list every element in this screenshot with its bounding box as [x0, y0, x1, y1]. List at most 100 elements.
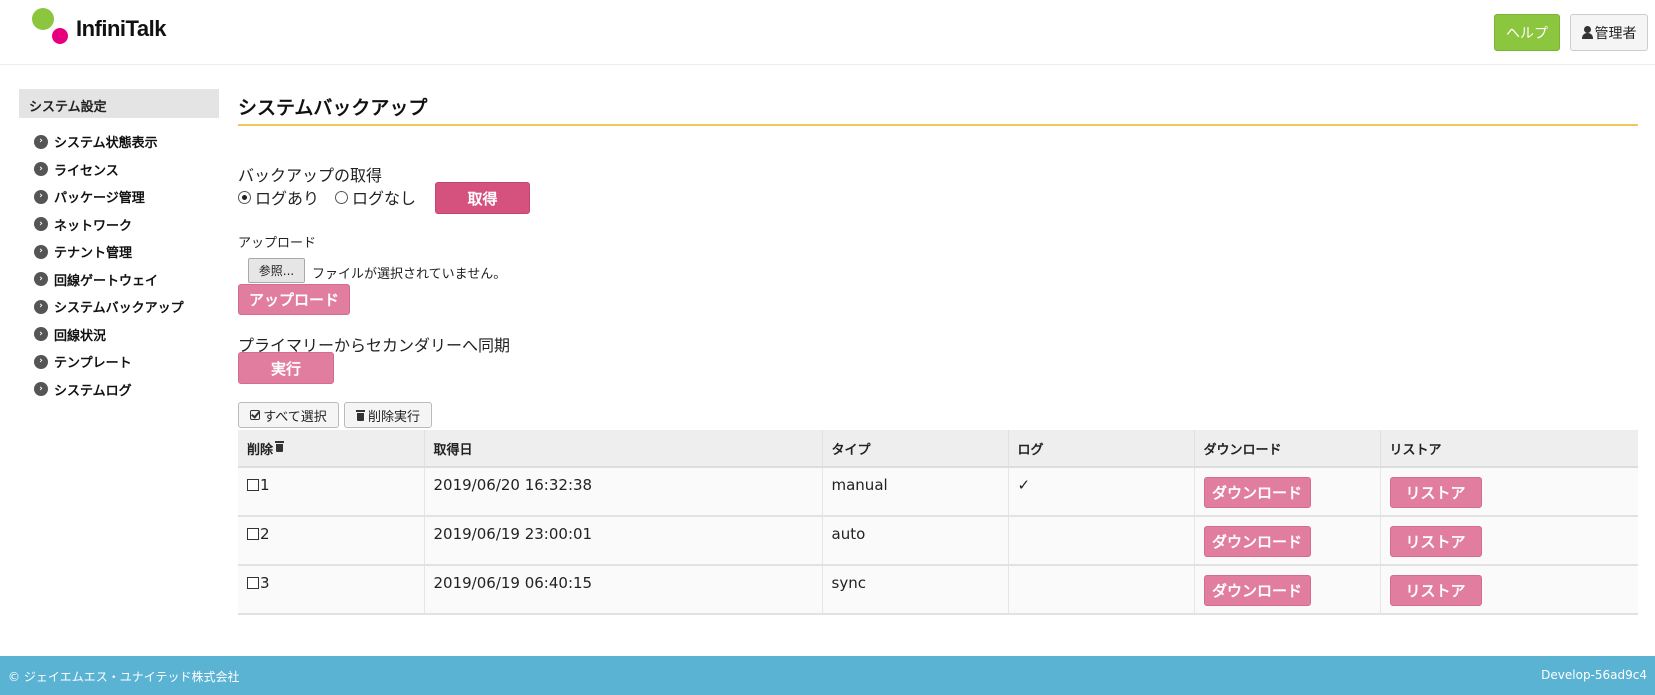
- column-header-date: 取得日: [424, 430, 823, 468]
- row-type: sync: [822, 565, 1009, 615]
- row-select-cell: 3: [238, 565, 425, 615]
- backup-section-label: バックアップの取得: [238, 166, 383, 185]
- sidebar-item-tenant-management[interactable]: › テナント管理: [19, 238, 219, 266]
- browse-file-button[interactable]: 参照...: [248, 258, 305, 283]
- download-button[interactable]: ダウンロード: [1203, 526, 1311, 557]
- sidebar-item-system-status[interactable]: › システム状態表示: [19, 128, 219, 156]
- chevron-right-icon: ›: [34, 299, 48, 314]
- sidebar-item-label: システムログ: [54, 383, 132, 399]
- row-date: 2019/06/19 23:00:01: [424, 516, 823, 566]
- sidebar-item-template[interactable]: › テンプレート: [19, 348, 219, 376]
- sidebar-item-label: 回線ゲートウェイ: [54, 273, 159, 289]
- row-log: [1008, 516, 1195, 566]
- backup-table: 削除 取得日 タイプ ログ ダウンロード リストア 1 2019/06/20 1…: [238, 430, 1638, 615]
- admin-user-button[interactable]: 管理者: [1570, 14, 1648, 51]
- delete-execute-button[interactable]: 削除実行: [344, 402, 432, 428]
- logo-green-dot: [32, 8, 54, 30]
- sidebar-item-label: テナント管理: [54, 246, 133, 262]
- sidebar-item-label: システム状態表示: [54, 136, 158, 152]
- row-id: 3: [260, 574, 270, 592]
- backup-log-options: ログあり ログなし: [238, 185, 432, 209]
- radio-without-log-label[interactable]: ログなし: [352, 185, 416, 209]
- row-restore-cell: リストア: [1380, 565, 1638, 615]
- table-row: 2 2019/06/19 23:00:01 auto ダウンロード リストア: [238, 516, 1638, 566]
- chevron-right-icon: ›: [34, 327, 48, 342]
- sidebar-item-license[interactable]: › ライセンス: [19, 156, 219, 184]
- main-content: システムバックアップ バックアップの取得 ログあり ログなし 取得 アップロード…: [238, 89, 1638, 615]
- sidebar-item-system-log[interactable]: › システムログ: [19, 376, 219, 404]
- logo-pink-dot: [52, 28, 68, 44]
- row-download-cell: ダウンロード: [1194, 565, 1381, 615]
- chevron-right-icon: ›: [34, 134, 48, 149]
- page-title: システムバックアップ: [238, 97, 428, 119]
- column-header-download: ダウンロード: [1194, 430, 1381, 468]
- row-download-cell: ダウンロード: [1194, 516, 1381, 566]
- title-divider: [238, 124, 1638, 126]
- footer-version: Develop-56ad9c4: [1541, 668, 1647, 682]
- select-all-label: すべて選択: [263, 409, 327, 425]
- sidebar-item-label: システムバックアップ: [54, 301, 184, 317]
- row-restore-cell: リストア: [1380, 516, 1638, 566]
- sidebar-item-system-backup[interactable]: › システムバックアップ: [19, 293, 219, 321]
- upload-section-label: アップロード: [238, 236, 317, 251]
- app-header: InfiniTalk ヘルプ 管理者: [0, 0, 1655, 65]
- column-header-type: タイプ: [822, 430, 1009, 468]
- infinitalk-logo[interactable]: InfiniTalk: [30, 6, 200, 50]
- sidebar-item-line-gateway[interactable]: › 回線ゲートウェイ: [19, 266, 219, 294]
- row-checkbox[interactable]: [247, 577, 259, 589]
- row-date: 2019/06/19 06:40:15: [424, 565, 823, 615]
- run-sync-button[interactable]: 実行: [238, 352, 334, 384]
- help-button[interactable]: ヘルプ: [1494, 14, 1560, 51]
- download-button[interactable]: ダウンロード: [1203, 575, 1311, 606]
- restore-button[interactable]: リストア: [1389, 526, 1482, 557]
- sidebar-item-label: 回線状況: [54, 328, 107, 344]
- file-status-text: ファイルが選択されていません。: [312, 267, 507, 282]
- chevron-right-icon: ›: [34, 244, 48, 259]
- sidebar-item-label: テンプレート: [54, 356, 132, 372]
- row-date: 2019/06/20 16:32:38: [424, 467, 823, 517]
- sidebar: システム設定 › システム状態表示 › ライセンス › パッケージ管理 › ネットワーク…: [19, 89, 219, 403]
- trash-icon: [355, 409, 365, 421]
- radio-with-log-label[interactable]: ログあり: [255, 185, 319, 209]
- check-square-icon: [250, 410, 261, 420]
- row-id: 1: [260, 476, 270, 494]
- restore-button[interactable]: リストア: [1389, 477, 1482, 508]
- table-row: 3 2019/06/19 06:40:15 sync ダウンロード リストア: [238, 565, 1638, 615]
- footer-copyright: © ジェイエムエス・ユナイテッド株式会社: [8, 670, 240, 684]
- sidebar-menu: › システム状態表示 › ライセンス › パッケージ管理 › ネットワーク › テナント管…: [19, 128, 219, 403]
- sidebar-item-line-status[interactable]: › 回線状況: [19, 321, 219, 349]
- row-type: auto: [822, 516, 1009, 566]
- radio-without-log[interactable]: [335, 190, 349, 204]
- column-header-log: ログ: [1008, 430, 1195, 468]
- delete-execute-label: 削除実行: [367, 409, 420, 425]
- row-restore-cell: リストア: [1380, 467, 1638, 517]
- chevron-right-icon: ›: [34, 162, 48, 177]
- table-row: 1 2019/06/20 16:32:38 manual ✓ ダウンロード リス…: [238, 467, 1638, 517]
- row-checkbox[interactable]: [247, 528, 259, 540]
- chevron-right-icon: ›: [34, 189, 48, 204]
- sidebar-item-label: ネットワーク: [54, 218, 133, 234]
- select-all-button[interactable]: すべて選択: [238, 402, 339, 428]
- restore-button[interactable]: リストア: [1389, 575, 1482, 606]
- sidebar-item-label: パッケージ管理: [54, 191, 145, 207]
- sidebar-heading: システム設定: [19, 89, 219, 118]
- radio-with-log[interactable]: [238, 190, 251, 204]
- download-button[interactable]: ダウンロード: [1203, 477, 1311, 508]
- chevron-right-icon: ›: [34, 354, 48, 369]
- row-select-cell: 1: [238, 467, 425, 517]
- row-type: manual: [822, 467, 1009, 517]
- column-header-delete: 削除: [238, 430, 425, 468]
- row-checkbox[interactable]: [247, 479, 259, 491]
- sidebar-item-network[interactable]: › ネットワーク: [19, 211, 219, 239]
- row-select-cell: 2: [238, 516, 425, 566]
- admin-user-label: 管理者: [1594, 25, 1637, 42]
- user-icon: [1581, 26, 1593, 39]
- upload-button[interactable]: アップロード: [238, 284, 350, 315]
- row-id: 2: [260, 525, 270, 543]
- table-header-row: 削除 取得日 タイプ ログ ダウンロード リストア: [238, 430, 1638, 468]
- page-footer: © ジェイエムエス・ユナイテッド株式会社 Develop-56ad9c4: [0, 656, 1655, 695]
- logo-text: InfiniTalk: [76, 16, 166, 41]
- sidebar-item-package-management[interactable]: › パッケージ管理: [19, 183, 219, 211]
- get-backup-button[interactable]: 取得: [435, 182, 530, 214]
- row-download-cell: ダウンロード: [1194, 467, 1381, 517]
